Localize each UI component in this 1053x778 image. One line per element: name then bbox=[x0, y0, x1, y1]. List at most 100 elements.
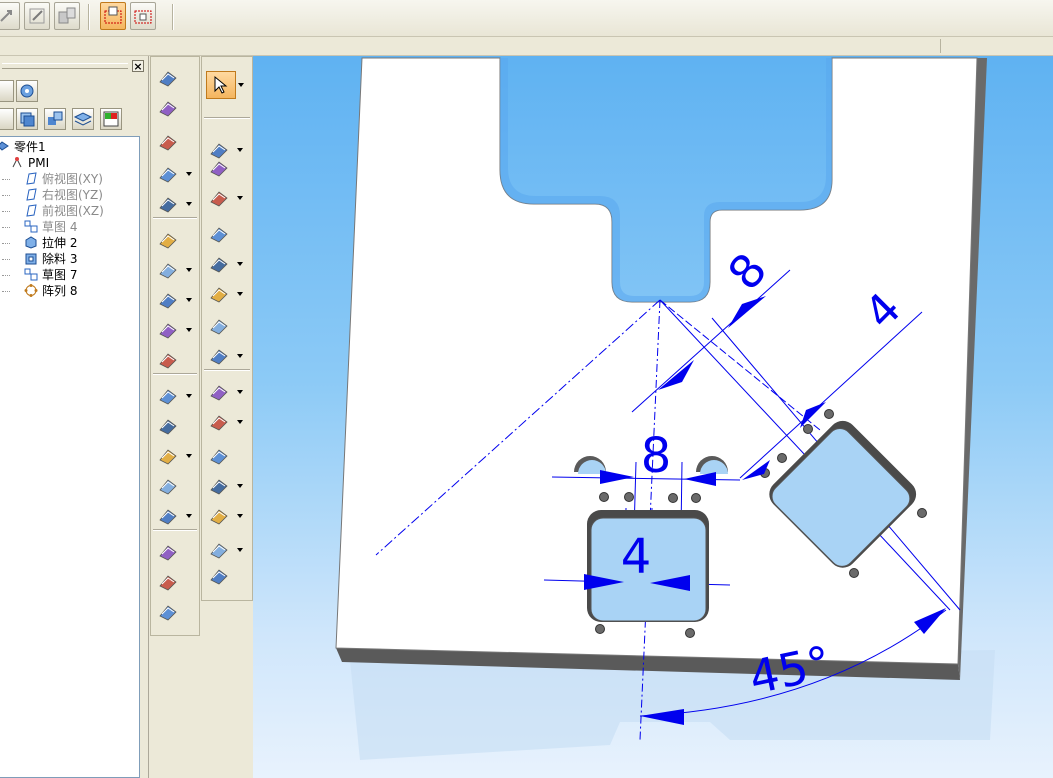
tree-item-label: 前视图(XZ) bbox=[42, 204, 104, 218]
round-icon[interactable] bbox=[206, 281, 243, 307]
tree-item-label: 拉伸 2 bbox=[42, 236, 78, 250]
dropdown-arrow-icon[interactable] bbox=[186, 328, 192, 332]
tree-item[interactable]: 右视图(YZ) bbox=[24, 187, 103, 203]
plane-feature-icon[interactable] bbox=[206, 473, 243, 499]
revolve-icon[interactable] bbox=[206, 185, 243, 211]
select-tool-icon[interactable] bbox=[206, 71, 244, 99]
pathfinder-panel: × 零件1 PMI 俯视图(XY) 右视图(YZ) 前视图(XZ) 草图 4 拉伸 2 除料 … bbox=[0, 56, 149, 778]
point-icon[interactable] bbox=[155, 227, 183, 253]
plane-icon bbox=[24, 204, 42, 218]
extrude-icon bbox=[24, 236, 42, 250]
dimension-hole-gap[interactable]: 8 bbox=[641, 428, 672, 484]
dropdown-arrow-icon[interactable] bbox=[237, 514, 243, 518]
dropdown-arrow-icon[interactable] bbox=[237, 148, 243, 152]
gear-icon[interactable] bbox=[16, 80, 38, 102]
dropdown-arrow-icon[interactable] bbox=[237, 196, 243, 200]
tree-item[interactable]: 阵列 8 bbox=[24, 283, 77, 299]
edit-icon[interactable] bbox=[24, 2, 50, 30]
derived-curve-icon[interactable] bbox=[155, 503, 192, 529]
tree-item[interactable]: PMI bbox=[10, 155, 49, 171]
filter-icon[interactable] bbox=[0, 80, 14, 102]
tree-item-label: 草图 4 bbox=[42, 220, 78, 234]
layers-icon[interactable] bbox=[72, 108, 94, 130]
blend-icon[interactable] bbox=[155, 413, 183, 439]
dropdown-arrow-icon[interactable] bbox=[237, 292, 243, 296]
dropdown-arrow-icon[interactable] bbox=[186, 172, 192, 176]
dropdown-arrow-icon[interactable] bbox=[237, 354, 243, 358]
tree-item-label: 右视图(YZ) bbox=[42, 188, 103, 202]
stitch-icon[interactable] bbox=[155, 473, 183, 499]
panel-titlebar[interactable]: × bbox=[0, 58, 146, 73]
grid-icon[interactable] bbox=[155, 317, 192, 343]
view-icon[interactable] bbox=[0, 108, 14, 130]
dropdown-arrow-icon[interactable] bbox=[186, 268, 192, 272]
pattern-feature-icon[interactable] bbox=[206, 379, 243, 405]
plane-icon bbox=[24, 172, 42, 186]
copy-part-icon[interactable] bbox=[155, 539, 183, 565]
view-plane-icon[interactable] bbox=[206, 563, 234, 589]
split-icon[interactable] bbox=[155, 191, 192, 217]
thin-wall-icon[interactable] bbox=[206, 221, 234, 247]
offset-icon[interactable] bbox=[155, 287, 192, 313]
tree-item-label: PMI bbox=[28, 156, 50, 170]
features-icon[interactable] bbox=[16, 108, 38, 130]
tree-item[interactable]: 除料 3 bbox=[24, 251, 77, 267]
mirror-icon[interactable] bbox=[206, 409, 243, 435]
dropdown-arrow-icon[interactable] bbox=[186, 514, 192, 518]
sketch-icon bbox=[24, 268, 42, 282]
intersect-icon[interactable] bbox=[155, 257, 192, 283]
tree-item-label: 除料 3 bbox=[42, 252, 78, 266]
attach-icon[interactable] bbox=[155, 599, 183, 625]
dropdown-arrow-icon[interactable] bbox=[186, 394, 192, 398]
dropdown-arrow-icon[interactable] bbox=[237, 420, 243, 424]
draft-icon[interactable] bbox=[206, 313, 234, 339]
dropdown-arrow-icon[interactable] bbox=[186, 202, 192, 206]
reference-plane-icon[interactable] bbox=[206, 537, 243, 563]
tree-item[interactable]: 草图 4 bbox=[24, 219, 77, 235]
dropdown-arrow-icon[interactable] bbox=[237, 548, 243, 552]
trim-icon[interactable] bbox=[155, 129, 183, 155]
mirror-body-icon[interactable] bbox=[155, 569, 183, 595]
sweep-icon[interactable] bbox=[155, 95, 183, 121]
graphics-viewport[interactable]: 8 4 8 4 45° bbox=[253, 56, 1053, 778]
curve-icon[interactable] bbox=[155, 383, 192, 409]
rib-icon[interactable] bbox=[206, 343, 243, 369]
cutout-icon bbox=[24, 252, 42, 266]
color-manager-icon[interactable] bbox=[100, 108, 122, 130]
tree-item[interactable]: 拉伸 2 bbox=[24, 235, 77, 251]
tree-item-label: 零件1 bbox=[14, 140, 46, 154]
tree-item[interactable]: 草图 7 bbox=[24, 267, 77, 283]
protrusion-icon[interactable] bbox=[206, 155, 234, 181]
tree-item[interactable]: 俯视图(XY) bbox=[24, 171, 103, 187]
pattern-icon bbox=[24, 284, 42, 298]
dropdown-arrow-icon[interactable] bbox=[186, 298, 192, 302]
extend-icon[interactable] bbox=[155, 161, 192, 187]
dropdown-arrow-icon[interactable] bbox=[237, 484, 243, 488]
part-face-icon[interactable] bbox=[155, 347, 183, 373]
dropdown-arrow-icon[interactable] bbox=[237, 390, 243, 394]
model-drawing[interactable]: 8 4 8 4 45° bbox=[253, 56, 1053, 778]
tree-item[interactable]: 零件1 bbox=[0, 139, 46, 155]
select-view-icon[interactable] bbox=[100, 2, 126, 30]
feature-tree: 零件1 PMI 俯视图(XY) 右视图(YZ) 前视图(XZ) 草图 4 拉伸 2 除料 3 草… bbox=[0, 136, 140, 778]
coordinate-system-icon[interactable] bbox=[206, 443, 234, 469]
parts-icon[interactable] bbox=[54, 2, 80, 30]
pmi-icon bbox=[10, 156, 28, 170]
dropdown-arrow-icon[interactable] bbox=[186, 454, 192, 458]
bluesurf-icon[interactable] bbox=[155, 443, 192, 469]
panel-close-button[interactable]: × bbox=[132, 60, 144, 73]
dimension-square-width[interactable]: 4 bbox=[621, 529, 652, 585]
part-icon bbox=[0, 140, 14, 154]
tree-item[interactable]: 前视图(XZ) bbox=[24, 203, 104, 219]
tree-item-label: 阵列 8 bbox=[42, 284, 78, 298]
select-edge-icon[interactable] bbox=[130, 2, 156, 30]
thread-icon[interactable] bbox=[206, 251, 243, 277]
surface-icon[interactable] bbox=[155, 65, 183, 91]
assembly-icon[interactable] bbox=[44, 108, 66, 130]
relate-icon[interactable] bbox=[0, 2, 20, 30]
secondary-toolbar-strip bbox=[0, 37, 1053, 56]
dropdown-arrow-icon[interactable] bbox=[237, 262, 243, 266]
plane-icon bbox=[24, 188, 42, 202]
body-icon[interactable] bbox=[206, 503, 243, 529]
dropdown-arrow-icon[interactable] bbox=[238, 83, 244, 87]
